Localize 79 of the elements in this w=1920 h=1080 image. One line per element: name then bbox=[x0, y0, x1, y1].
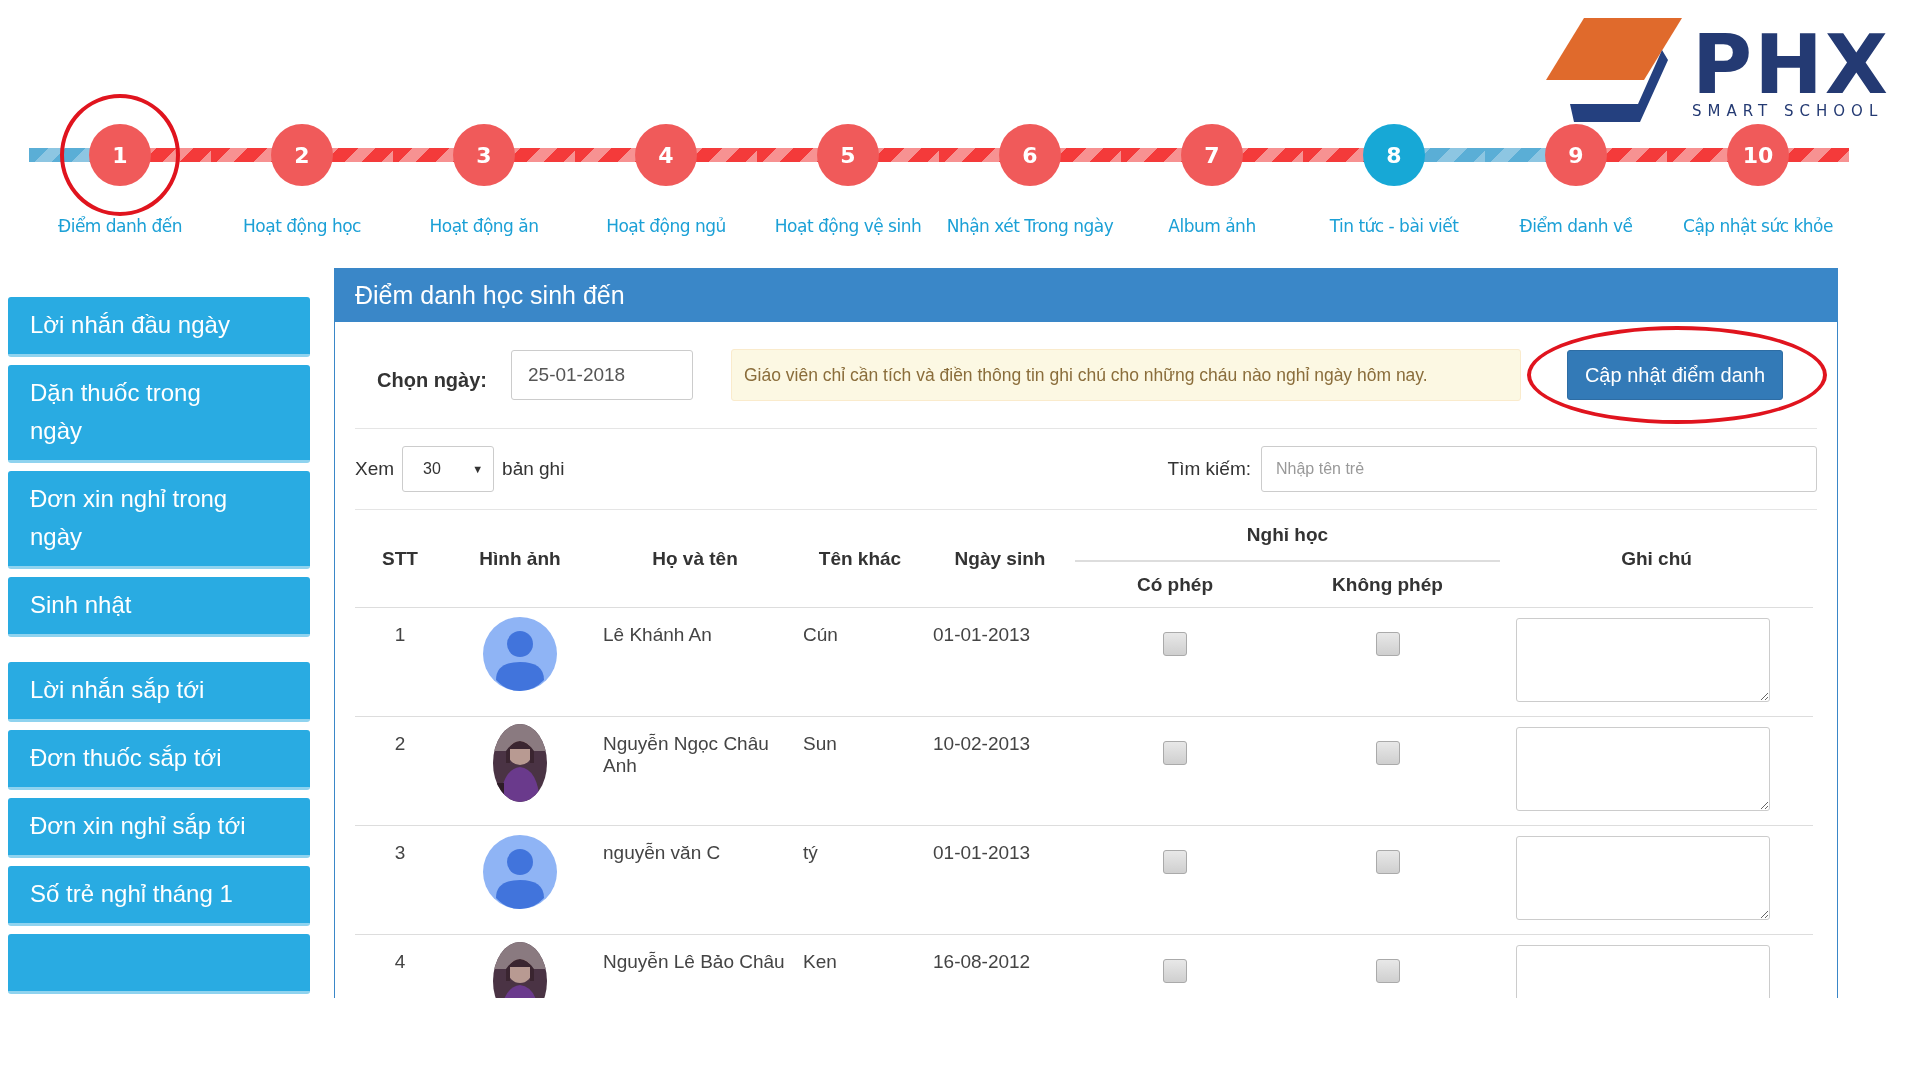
note-field[interactable] bbox=[1516, 618, 1770, 702]
step-label[interactable]: Tin tức - bài viết bbox=[1329, 216, 1459, 236]
step-number[interactable]: 8 bbox=[1363, 124, 1425, 186]
step-label[interactable]: Điểm danh đến bbox=[58, 216, 182, 236]
step-label[interactable]: Hoạt động vệ sinh bbox=[774, 216, 922, 236]
checkbox[interactable] bbox=[1163, 741, 1187, 765]
table-cell: 1 bbox=[394, 624, 406, 645]
update-attendance-button[interactable]: Cập nhật điểm danh bbox=[1567, 350, 1783, 400]
sidebar-item[interactable]: Dặn thuốc trong ngày bbox=[8, 365, 310, 463]
checkbox[interactable] bbox=[1375, 959, 1400, 983]
step-number[interactable]: 7 bbox=[1181, 124, 1243, 186]
sidebar-item[interactable]: Đơn thuốc sắp tới bbox=[8, 730, 310, 790]
table-cell: Ken bbox=[803, 951, 837, 972]
step-label[interactable]: Cập nhật sức khỏe bbox=[1683, 216, 1833, 236]
table-cell: Sun bbox=[803, 733, 837, 754]
sidebar-item[interactable]: Lời nhắn sắp tới bbox=[8, 662, 310, 722]
date-label: Chọn ngày: bbox=[377, 368, 487, 392]
sidebar-item[interactable]: Đơn xin nghỉ sắp tới bbox=[8, 798, 310, 858]
column-header: Có phép bbox=[1137, 573, 1213, 595]
panel-title: Điểm danh học sinh đến bbox=[335, 269, 1837, 322]
step-label[interactable]: Nhận xét Trong ngày bbox=[946, 216, 1114, 236]
table-cell: 01-01-2013 bbox=[933, 624, 1031, 645]
column-header: Tên khác bbox=[818, 547, 902, 569]
step-label[interactable]: Điểm danh về bbox=[1519, 216, 1633, 236]
table-cell: Nguyễn Ngọc Châu Anh bbox=[603, 733, 769, 776]
table-cell: 16-08-2012 bbox=[933, 951, 1031, 972]
records-label: bản ghi bbox=[502, 458, 565, 480]
column-header: Họ và tên bbox=[652, 547, 738, 569]
step-label[interactable]: Hoạt động ăn bbox=[429, 216, 539, 236]
checkbox[interactable] bbox=[1375, 850, 1400, 874]
checkbox[interactable] bbox=[1163, 850, 1187, 874]
table-cell: 2 bbox=[394, 733, 406, 754]
user-avatar-icon bbox=[482, 832, 558, 912]
step-number[interactable]: 9 bbox=[1545, 124, 1607, 186]
column-header: Hình ảnh bbox=[479, 547, 561, 569]
user-avatar-icon bbox=[482, 614, 558, 694]
step-number[interactable]: 2 bbox=[271, 124, 333, 186]
notice-message: Giáo viên chỉ cần tích và điền thông tin ghi chú cho những cháu nào nghỉ ngày hôm nay. bbox=[731, 349, 1521, 401]
logo-tagline: SMART SCHOOL bbox=[1692, 102, 1885, 120]
table-cell: Cún bbox=[803, 624, 838, 645]
date-field[interactable]: 25-01-2018 bbox=[511, 350, 693, 400]
sidebar-item[interactable]: Sinh nhật bbox=[8, 577, 310, 637]
note-field[interactable] bbox=[1516, 727, 1770, 811]
column-header: Nghỉ học bbox=[1246, 524, 1329, 545]
step-number[interactable]: 6 bbox=[999, 124, 1061, 186]
checkbox[interactable] bbox=[1375, 632, 1400, 656]
table-cell: Lê Khánh An bbox=[603, 624, 712, 645]
checkbox[interactable] bbox=[1163, 632, 1187, 656]
table-cell: 01-01-2013 bbox=[933, 842, 1031, 863]
page-size-select[interactable]: 30 ▼ bbox=[402, 446, 495, 492]
step-number[interactable]: 5 bbox=[817, 124, 879, 186]
show-label: Xem bbox=[355, 458, 395, 480]
note-field[interactable] bbox=[1516, 836, 1770, 920]
search-label: Tìm kiếm: bbox=[1167, 458, 1251, 480]
sidebar-item[interactable]: Số trẻ nghỉ tháng 1 bbox=[8, 866, 310, 926]
table-cell: 3 bbox=[394, 842, 406, 863]
search-field[interactable]: Nhập tên trẻ bbox=[1261, 446, 1817, 492]
step-label[interactable]: Hoạt động học bbox=[243, 216, 361, 236]
logo-name: PHX bbox=[1692, 28, 1890, 102]
step-label[interactable]: Album ảnh bbox=[1168, 216, 1256, 236]
column-header: STT bbox=[382, 547, 418, 569]
step-number[interactable]: 1 bbox=[89, 124, 151, 186]
table-cell: 10-02-2013 bbox=[933, 733, 1031, 754]
step-label[interactable]: Hoạt động ngủ bbox=[606, 216, 726, 236]
table-cell: Nguyễn Lê Bảo Châu bbox=[603, 951, 785, 972]
step-number[interactable]: 10 bbox=[1727, 124, 1789, 186]
sidebar-item[interactable]: Lời nhắn đầu ngày bbox=[8, 297, 310, 357]
step-number[interactable]: 3 bbox=[453, 124, 515, 186]
column-header: Ghi chú bbox=[1621, 547, 1692, 569]
table-cell: tý bbox=[803, 842, 818, 863]
column-header: Không phép bbox=[1332, 573, 1443, 595]
sidebar-item[interactable] bbox=[8, 934, 310, 994]
column-header: Ngày sinh bbox=[954, 547, 1046, 569]
checkbox[interactable] bbox=[1375, 741, 1400, 765]
checkbox[interactable] bbox=[1163, 959, 1187, 983]
step-number[interactable]: 4 bbox=[635, 124, 697, 186]
table-cell: 4 bbox=[394, 951, 406, 972]
table-cell: nguyễn văn C bbox=[603, 842, 721, 863]
sidebar-item[interactable]: Đơn xin nghỉ trong ngày bbox=[8, 471, 310, 569]
